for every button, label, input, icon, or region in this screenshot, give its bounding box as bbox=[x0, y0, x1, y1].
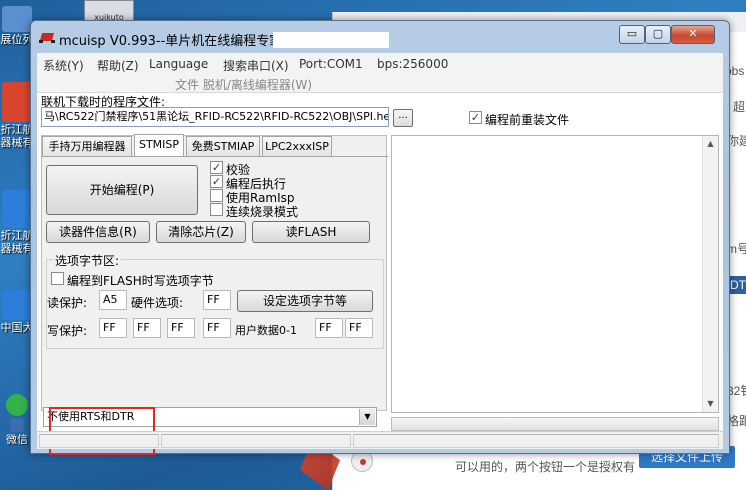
menu-offline-programmer[interactable]: 文件 脱机/离线编程器(W) bbox=[175, 76, 312, 93]
window-title: mcuisp V0.993--单片机在线编程专家-- bbox=[59, 34, 292, 49]
write-protect-field-3[interactable]: FF bbox=[203, 318, 231, 338]
set-option-bytes-button[interactable]: 设定选项字节等 bbox=[237, 290, 373, 312]
reload-label: 编程前重装文件 bbox=[485, 113, 570, 127]
user-data-field-0[interactable]: FF bbox=[315, 318, 343, 338]
write-option-bytes-label: 编程到FLASH时写选项字节 bbox=[67, 274, 214, 288]
tab-stmiap[interactable]: 免费STMIAP bbox=[186, 136, 260, 156]
user-data-label: 用户数据0-1 bbox=[235, 324, 297, 337]
chevron-down-icon[interactable]: ▼ bbox=[359, 409, 375, 425]
close-button[interactable]: ✕ bbox=[671, 25, 715, 44]
status-cell bbox=[161, 434, 351, 448]
left-panel: 手持万用编程器 STMISP 免费STMIAP LPC2xxxISP 开始编程(… bbox=[41, 134, 388, 411]
title-redacted bbox=[273, 32, 389, 48]
maximize-button[interactable]: ▢ bbox=[645, 25, 671, 44]
use-ramisp-checkbox[interactable] bbox=[210, 189, 223, 202]
run-after-program-checkbox[interactable]: ✓ bbox=[210, 175, 223, 188]
desktop-icon-label: 中国大 bbox=[0, 322, 34, 334]
menu-language[interactable]: Language bbox=[149, 57, 208, 71]
menu-port[interactable]: Port:COM1 bbox=[299, 57, 363, 71]
continuous-mode-checkbox[interactable] bbox=[210, 203, 223, 216]
write-protect-label: 写保护: bbox=[47, 324, 88, 338]
continuous-mode-label: 连续烧录模式 bbox=[226, 205, 299, 219]
log-scrollbar[interactable]: ▲ ▼ bbox=[702, 136, 718, 412]
desktop-thumbnail[interactable]: xuikuto bbox=[84, 0, 134, 22]
read-protect-field[interactable]: A5 bbox=[99, 290, 127, 310]
desktop-icon-label: 展位列 bbox=[0, 34, 34, 46]
desktop-icon-4[interactable]: 中国大 bbox=[0, 290, 34, 335]
browser-text: 超 bbox=[733, 100, 746, 114]
status-cell bbox=[353, 434, 719, 448]
status-cell bbox=[39, 434, 159, 448]
desktop-icon-2[interactable]: 折江航 器械有 bbox=[0, 82, 34, 150]
hw-option-field[interactable]: FF bbox=[203, 290, 231, 310]
menu-bps[interactable]: bps:256000 bbox=[377, 57, 448, 71]
browse-button[interactable]: ... bbox=[393, 109, 413, 127]
write-protect-field-0[interactable]: FF bbox=[99, 318, 127, 338]
option-bytes-legend: 选项字节区: bbox=[53, 252, 122, 269]
app-icon bbox=[2, 6, 32, 32]
stmisp-tab-body: 开始编程(P) ✓ 校验 ✓ 编程后执行 使用RamIsp 连续烧录模式 读器件… bbox=[42, 156, 388, 384]
menu-system[interactable]: 系统(Y) bbox=[43, 57, 84, 74]
mcuisp-window: mcuisp V0.993--单片机在线编程专家-- ▭ ▢ ✕ 系统(Y) 帮… bbox=[30, 20, 730, 455]
browser-hint-text: 可以用的，两个按钮一个是授权有 bbox=[455, 460, 636, 474]
reload-checkbox[interactable]: ✓ bbox=[469, 111, 482, 124]
scroll-up-icon[interactable]: ▲ bbox=[703, 136, 718, 152]
mcuisp-app-icon bbox=[39, 30, 55, 44]
tab-stmisp[interactable]: STMISP bbox=[134, 134, 184, 156]
pdf-icon bbox=[2, 82, 32, 122]
desktop-icon-label: 器械有 bbox=[0, 243, 34, 255]
log-output-area[interactable]: ▲ ▼ bbox=[391, 135, 719, 413]
write-protect-field-1[interactable]: FF bbox=[133, 318, 161, 338]
option-bytes-group: 选项字节区: 编程到FLASH时写选项字节 读保护: A5 硬件选项: FF 设… bbox=[46, 252, 384, 349]
title-bar[interactable]: mcuisp V0.993--单片机在线编程专家-- ▭ ▢ ✕ bbox=[31, 21, 729, 53]
hw-option-label: 硬件选项: bbox=[131, 296, 184, 310]
erase-chip-button[interactable]: 清除芯片(Z) bbox=[156, 221, 246, 243]
read-flash-button[interactable]: 读FLASH bbox=[252, 221, 370, 243]
write-option-bytes-checkbox[interactable] bbox=[51, 272, 64, 285]
read-device-info-button[interactable]: 读器件信息(R) bbox=[46, 221, 150, 243]
user-data-field-1[interactable]: FF bbox=[345, 318, 373, 338]
program-progress-bar bbox=[391, 417, 719, 431]
desktop-icon-label: 折江航 bbox=[0, 230, 34, 242]
file-path-field[interactable]: 马\RC522门禁程序\51黑论坛_RFID-RC522\RFID-RC522\… bbox=[41, 107, 389, 127]
desktop-icon-5[interactable]: 微信 bbox=[0, 394, 34, 447]
desktop-icon-1[interactable]: 展位列 bbox=[0, 6, 34, 47]
shortcut-arrow-icon bbox=[10, 418, 24, 432]
desktop-icon-label: 微信 bbox=[6, 434, 28, 446]
start-program-button[interactable]: 开始编程(P) bbox=[46, 165, 198, 215]
desktop-icon-3[interactable]: 折江航 器械有 bbox=[0, 190, 34, 256]
status-bar bbox=[37, 431, 723, 449]
word-icon bbox=[2, 290, 32, 320]
menu-help[interactable]: 帮助(Z) bbox=[97, 57, 139, 74]
wechat-icon bbox=[6, 394, 28, 416]
scroll-down-icon[interactable]: ▼ bbox=[703, 396, 718, 412]
desktop-icon-label: 器械有 bbox=[0, 137, 34, 149]
word-icon bbox=[2, 190, 32, 228]
menu-bar: 系统(Y) 帮助(Z) Language 搜索串口(X) Port:COM1 b… bbox=[37, 53, 723, 93]
menu-search-port[interactable]: 搜索串口(X) bbox=[223, 57, 289, 74]
tab-handheld-programmer[interactable]: 手持万用编程器 bbox=[42, 136, 132, 156]
verify-checkbox[interactable]: ✓ bbox=[210, 161, 223, 174]
window-client: 系统(Y) 帮助(Z) Language 搜索串口(X) Port:COM1 b… bbox=[37, 53, 723, 455]
tab-lpc2xxxisp[interactable]: LPC2xxxISP bbox=[262, 136, 332, 156]
write-protect-field-2[interactable]: FF bbox=[167, 318, 195, 338]
minimize-button[interactable]: ▭ bbox=[619, 25, 645, 44]
desktop-icon-label: 折江航 bbox=[0, 124, 34, 136]
read-protect-label: 读保护: bbox=[47, 296, 88, 310]
